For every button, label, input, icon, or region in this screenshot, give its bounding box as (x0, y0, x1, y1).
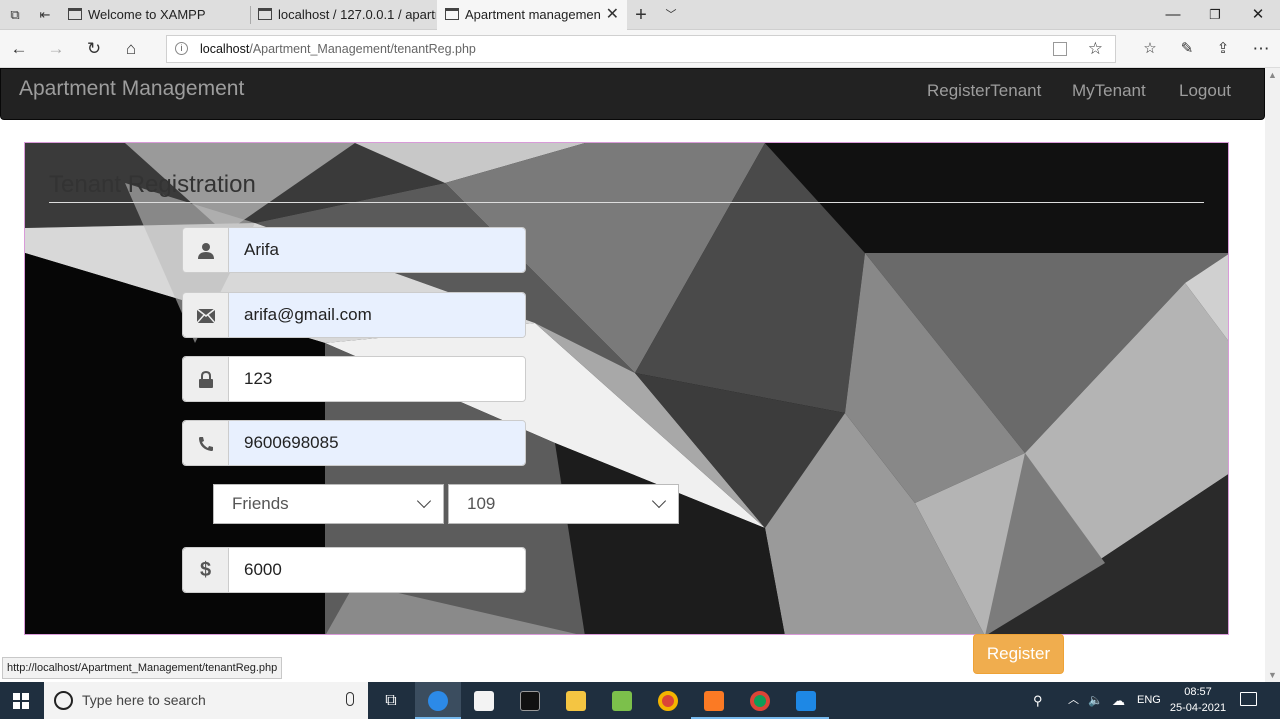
site-navbar: Apartment Management RegisterTenant MyTe… (0, 68, 1265, 120)
bluestacks-icon[interactable] (599, 682, 645, 719)
url-host: localhost (200, 42, 250, 56)
restore-icon[interactable]: ❐ (1193, 0, 1237, 30)
page-icon (258, 8, 272, 20)
phone-icon (183, 421, 229, 465)
task-view-icon[interactable]: ⧉ (368, 682, 414, 719)
notification-icon[interactable] (1240, 692, 1257, 706)
back-icon[interactable]: ← (7, 37, 31, 61)
close-window-icon[interactable]: ✕ (1236, 0, 1280, 30)
password-input-group (182, 356, 526, 402)
tab-title: Welcome to XAMPP (88, 7, 206, 22)
nav-register-tenant[interactable]: RegisterTenant (927, 81, 1041, 101)
microphone-icon[interactable] (346, 692, 354, 706)
room-select[interactable]: 109 (448, 484, 679, 524)
rent-input-group: $ (182, 547, 526, 593)
dollar-icon: $ (183, 548, 229, 592)
home-icon[interactable]: ⌂ (119, 37, 143, 61)
file-explorer-icon[interactable] (553, 682, 599, 719)
edge-icon[interactable] (415, 682, 461, 719)
forward-icon[interactable]: → (44, 37, 68, 61)
photos-icon[interactable] (783, 682, 829, 719)
relation-select[interactable]: Friends (213, 484, 444, 524)
chevron-down-icon (416, 493, 432, 509)
page-icon (68, 8, 82, 20)
envelope-icon (183, 293, 229, 337)
tab-list-chevron-icon[interactable]: ﹀ (662, 6, 680, 24)
search-placeholder: Type here to search (82, 692, 206, 708)
favorites-icon[interactable]: ☆ (1138, 37, 1162, 61)
relation-select-value: Friends (232, 494, 289, 513)
lock-icon (183, 357, 229, 401)
language-indicator[interactable]: ENG (1137, 682, 1161, 719)
cortana-icon (54, 691, 73, 710)
tab-title: Apartment managemen (465, 7, 601, 22)
chrome-profile-icon[interactable] (737, 682, 783, 719)
chrome-icon[interactable] (645, 682, 691, 719)
page-icon (445, 8, 459, 20)
terminal-icon[interactable] (507, 682, 553, 719)
address-bar[interactable]: i localhost/Apartment_Management/tenantR… (166, 35, 1116, 63)
status-bar-url: http://localhost/Apartment_Management/te… (2, 657, 283, 679)
tab-actions-icon[interactable]: ⧉ (6, 6, 24, 24)
onedrive-icon[interactable]: ☁ (1112, 682, 1125, 719)
clock-time: 08:57 (1184, 686, 1212, 698)
user-icon (183, 228, 229, 272)
volume-icon[interactable]: 🔈 (1088, 682, 1103, 719)
registration-panel: Tenant Registration Friends 109 $ (24, 142, 1229, 635)
scroll-down-icon[interactable]: ▼ (1265, 668, 1280, 682)
address-toolbar: ← → ↻ ⌂ i localhost/Apartment_Management… (0, 30, 1280, 68)
pen-icon[interactable]: ✎ (1175, 37, 1199, 61)
page-title: Tenant Registration (49, 171, 256, 198)
tab-title: localhost / 127.0.0.1 / apartr (278, 7, 436, 22)
site-info-icon[interactable]: i (175, 42, 188, 55)
scroll-up-icon[interactable]: ▲ (1265, 68, 1280, 82)
nav-my-tenant[interactable]: MyTenant (1072, 81, 1146, 101)
people-icon[interactable]: ⚲ (1033, 682, 1043, 719)
phone-input-group (182, 420, 526, 466)
email-input-group (182, 292, 526, 338)
title-divider (49, 202, 1204, 203)
refresh-icon[interactable]: ↻ (82, 37, 106, 61)
url-path: /Apartment_Management/tenantReg.php (249, 42, 476, 56)
windows-start-icon[interactable] (13, 693, 29, 709)
brand[interactable]: Apartment Management (19, 77, 244, 101)
clock-date: 25-04-2021 (1169, 702, 1227, 714)
rent-field[interactable] (229, 548, 525, 592)
name-input-group (182, 227, 526, 273)
share-icon[interactable]: ⇪ (1211, 37, 1235, 61)
windows-taskbar: Type here to search ⧉ ⚲ ︿ 🔈 ☁ ENG 08:57 … (0, 682, 1280, 719)
reading-view-icon[interactable] (1053, 42, 1067, 56)
tab-phpmyadmin[interactable]: localhost / 127.0.0.1 / apartr (250, 0, 436, 30)
more-icon[interactable]: ⋯ (1249, 37, 1273, 61)
new-tab-icon[interactable]: + (632, 5, 650, 25)
xampp-icon[interactable] (691, 682, 737, 719)
taskbar-search[interactable]: Type here to search (44, 682, 368, 719)
phone-field[interactable] (229, 421, 525, 465)
page-scrollbar[interactable]: ▲ ▼ (1265, 68, 1280, 682)
store-icon[interactable] (461, 682, 507, 719)
favorite-star-icon[interactable]: ☆ (1088, 36, 1103, 62)
browser-tab-strip: ⧉ ⇤ Welcome to XAMPP localhost / 127.0.0… (0, 0, 1280, 30)
email-field[interactable] (229, 293, 525, 337)
tab-apartment-management[interactable]: Apartment managemen ✕ (437, 0, 627, 30)
close-tab-icon[interactable]: ✕ (606, 0, 619, 30)
room-select-value: 109 (467, 494, 496, 513)
chevron-down-icon (651, 493, 667, 509)
tab-xampp[interactable]: Welcome to XAMPP (60, 0, 250, 30)
password-field[interactable] (229, 357, 525, 401)
minimize-icon[interactable]: — (1151, 0, 1195, 30)
name-field[interactable] (229, 228, 525, 272)
tray-chevron-icon[interactable]: ︿ (1068, 682, 1079, 719)
set-aside-tabs-icon[interactable]: ⇤ (36, 6, 54, 24)
nav-logout[interactable]: Logout (1179, 81, 1231, 101)
register-button[interactable]: Register (973, 634, 1064, 674)
clock[interactable]: 08:57 25-04-2021 (1166, 684, 1230, 716)
